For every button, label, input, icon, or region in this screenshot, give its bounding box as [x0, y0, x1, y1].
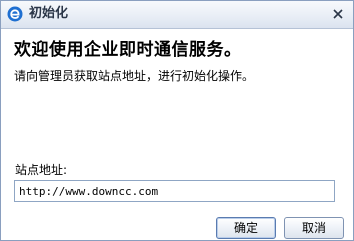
window-title: 初始化 [29, 6, 69, 21]
dialog-window: 初始化 欢迎使用企业即时通信服务。 请向管理员获取站点地址，进行初始化操作。 站… [0, 0, 354, 241]
ie-e-icon [7, 6, 23, 22]
instruction-text: 请向管理员获取站点地址，进行初始化操作。 [14, 69, 255, 83]
site-address-label: 站点地址: [15, 163, 68, 177]
ok-button[interactable]: 确定 [216, 217, 276, 239]
site-address-input[interactable] [14, 180, 335, 202]
cancel-button[interactable]: 取消 [284, 217, 344, 239]
close-button[interactable] [329, 5, 347, 23]
close-x-icon [333, 9, 343, 19]
welcome-heading: 欢迎使用企业即时通信服务。 [14, 40, 242, 60]
title-bar[interactable]: 初始化 [1, 1, 353, 29]
